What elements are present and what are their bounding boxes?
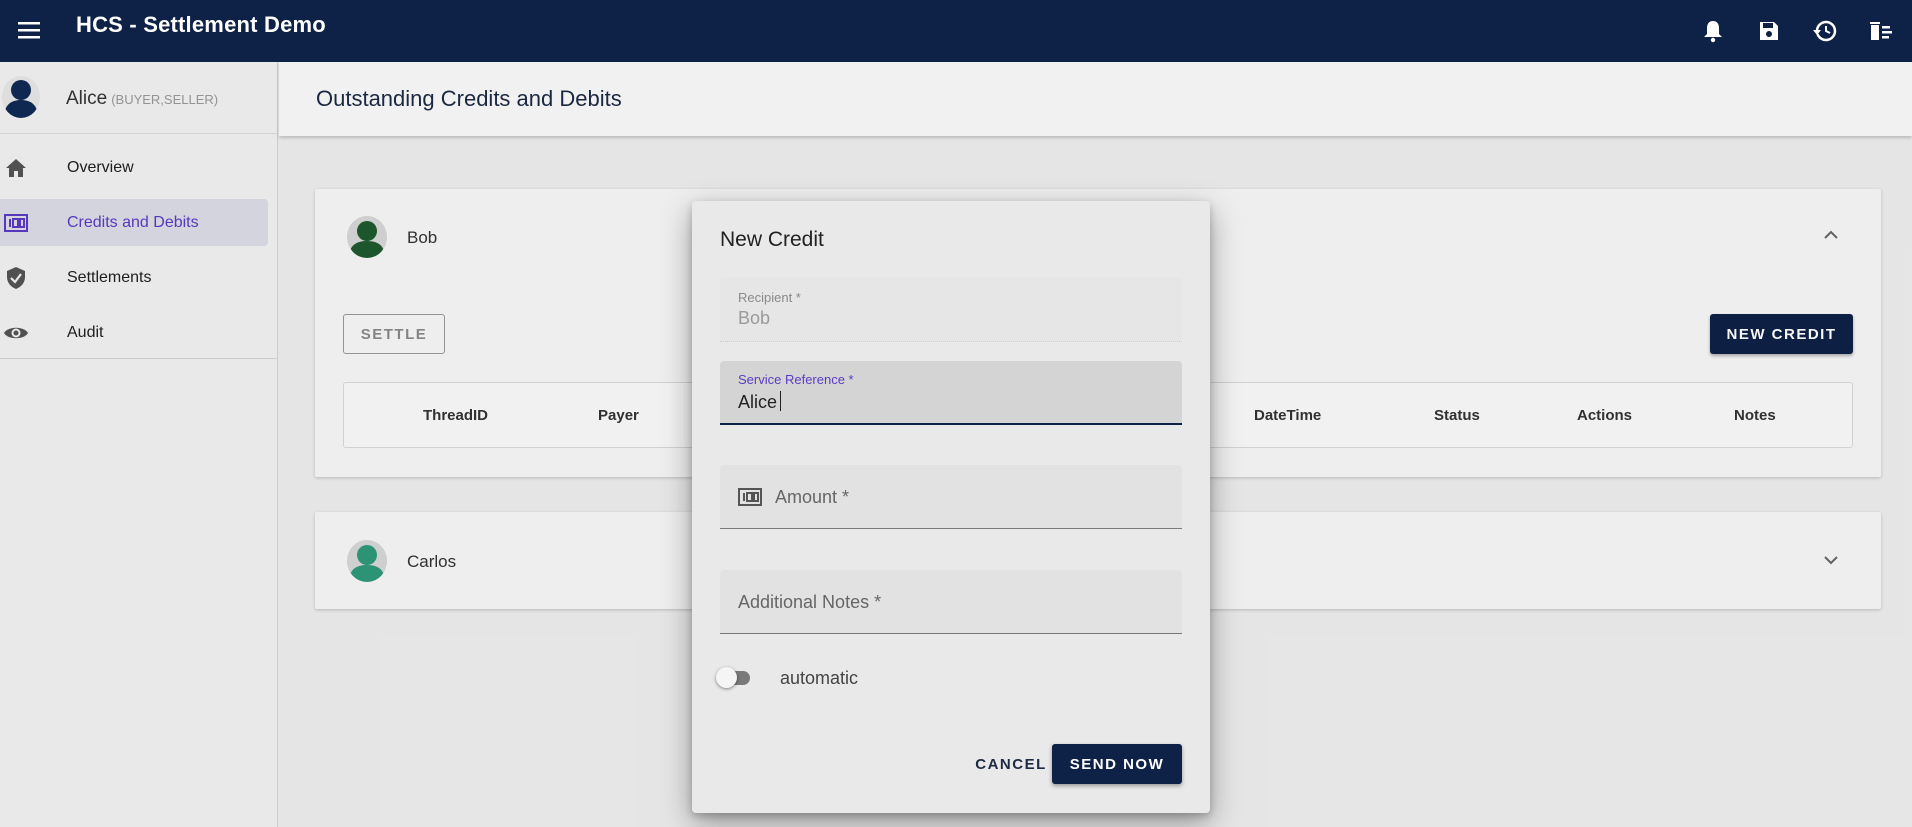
send-now-button[interactable]: SEND NOW [1052, 744, 1182, 784]
recipient-label: Recipient * [738, 290, 801, 305]
amount-placeholder: Amount * [775, 487, 850, 507]
app-bar-actions [1694, 12, 1900, 50]
recipient-value: Bob [738, 308, 771, 328]
new-credit-dialog: New Credit Recipient * Bob Service Refer… [692, 201, 1210, 813]
service-reference-field[interactable]: Service Reference * Alice [720, 361, 1182, 425]
additional-notes-field[interactable]: Additional Notes * [720, 570, 1182, 634]
cancel-button[interactable]: CANCEL [956, 744, 1066, 784]
recipient-field: Recipient * Bob [720, 278, 1182, 342]
save-icon[interactable] [1750, 12, 1788, 50]
menu-icon[interactable] [14, 15, 44, 45]
bell-icon[interactable] [1694, 12, 1732, 50]
service-reference-input[interactable]: Alice [738, 391, 782, 413]
delete-sweep-icon[interactable] [1862, 12, 1900, 50]
automatic-toggle[interactable] [714, 666, 754, 688]
dialog-title: New Credit [720, 228, 824, 251]
toggle-thumb [716, 667, 737, 688]
service-reference-value: Alice [738, 392, 778, 412]
app-title: HCS - Settlement Demo [76, 12, 326, 37]
text-caret [780, 391, 782, 411]
history-icon[interactable] [1806, 12, 1844, 50]
amount-field[interactable]: Amount * [720, 465, 1182, 529]
additional-notes-placeholder: Additional Notes * [738, 592, 882, 612]
service-reference-label: Service Reference * [738, 372, 854, 387]
automatic-toggle-label: automatic [780, 668, 859, 688]
money-icon [738, 488, 762, 506]
app-bar: HCS - Settlement Demo [0, 0, 1912, 62]
